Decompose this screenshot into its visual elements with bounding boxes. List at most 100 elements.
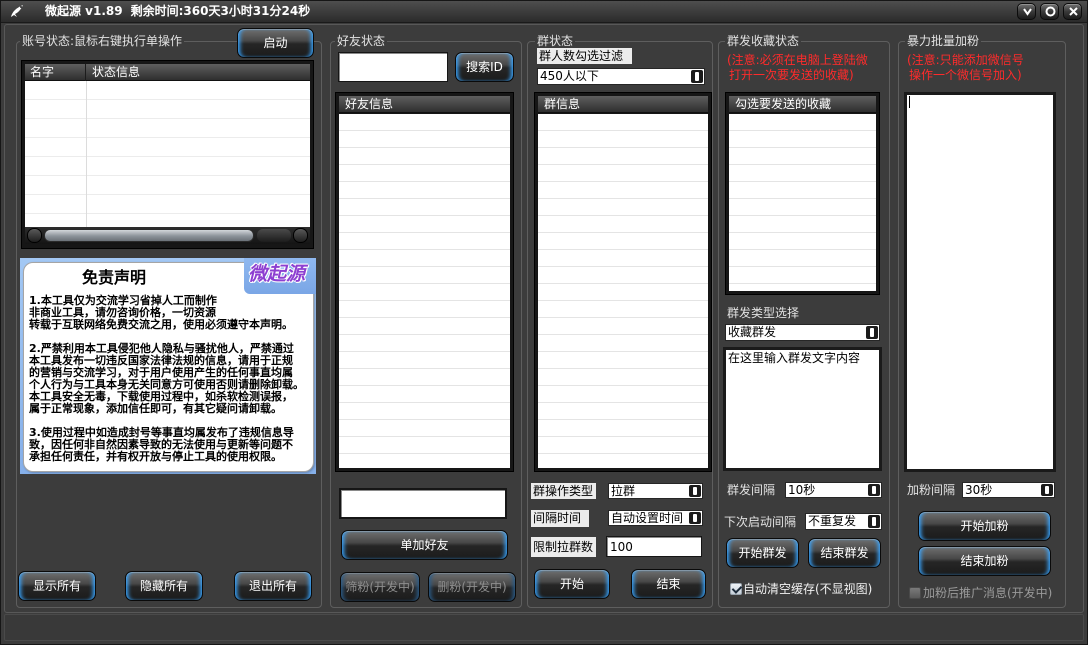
broadcast-end-button[interactable]: 结束群发 — [808, 538, 881, 568]
member-filter-dropdown[interactable]: 450人以下 — [537, 68, 705, 85]
limit-label: 限制拉群数 — [531, 537, 596, 557]
bulk-add-note-line: 操作一个微信号加入) — [909, 68, 1022, 82]
friend-list-header: 好友信息 — [339, 96, 510, 113]
column-header-name[interactable]: 名字 — [25, 64, 86, 81]
close-button[interactable] — [1063, 3, 1082, 20]
close-icon — [1069, 7, 1078, 16]
friend-list[interactable]: 好友信息 — [335, 92, 514, 472]
dropdown-arrow-icon[interactable] — [689, 485, 701, 497]
dropdown-arrow-icon[interactable] — [866, 326, 878, 339]
app-name-version: 微起源 v1.89 — [45, 4, 123, 18]
remaining-time: 剩余时间:360天3小时31分24秒 — [130, 4, 311, 18]
bulk-add-ids-textarea[interactable] — [904, 92, 1056, 472]
friends-status-label: 好友状态 — [335, 34, 388, 48]
favorites-list-body[interactable] — [729, 114, 876, 291]
auto-clear-label[interactable]: 自动清空缓存(不显视图) — [743, 582, 872, 596]
interval-value: 自动设置时间 — [611, 511, 684, 525]
text-caret — [909, 96, 910, 108]
column-divider — [86, 81, 87, 227]
dropdown-arrow-icon[interactable] — [868, 515, 880, 528]
account-table-header: 名字 状态信息 — [25, 64, 310, 81]
group-list-header: 群信息 — [538, 96, 708, 113]
show-all-button[interactable]: 显示所有 — [18, 571, 96, 601]
interval-label: 间隔时间 — [531, 510, 589, 527]
maximize-button[interactable] — [1040, 3, 1059, 20]
group-start-button[interactable]: 开始 — [534, 569, 610, 599]
bulk-add-interval-value: 30秒 — [965, 483, 993, 497]
broadcast-type-label: 群发类型选择 — [727, 306, 800, 320]
bulk-add-end-button[interactable]: 结束加粉 — [918, 546, 1051, 576]
favorites-list[interactable]: 勾选要发送的收藏 — [725, 92, 880, 295]
add-friend-button[interactable]: 单加好友 — [341, 530, 508, 560]
broadcast-start-button[interactable]: 开始群发 — [726, 538, 799, 568]
scroll-left-icon[interactable] — [27, 228, 42, 243]
account-table[interactable]: 名字 状态信息 — [21, 60, 314, 249]
next-interval-dropdown[interactable]: 不重复发 — [805, 513, 882, 530]
group-list[interactable]: 群信息 — [534, 92, 712, 472]
disclaimer-line: 转载于互联网络免费交流之用，使用必须遵守本声明。 — [29, 318, 293, 331]
minimize-button[interactable] — [1017, 3, 1036, 20]
scroll-right-icon[interactable] — [293, 228, 308, 243]
account-status-label: 账号状态:鼠标右键执行单操作 — [20, 34, 185, 48]
filter-fans-button[interactable]: 筛粉(开发中) — [340, 572, 420, 602]
favorites-list-header: 勾选要发送的收藏 — [729, 96, 876, 113]
interval-dropdown[interactable]: 自动设置时间 — [608, 510, 703, 526]
column-header-status[interactable]: 状态信息 — [87, 64, 140, 81]
groups-status-label: 群状态 — [535, 34, 576, 48]
operation-type-dropdown[interactable]: 拉群 — [608, 483, 703, 499]
auto-clear-checkbox[interactable] — [730, 583, 742, 595]
group-list-body[interactable] — [538, 114, 708, 468]
disclaimer-panel: 免责声明 1.本工具仅为交流学习省掉人工而制作 非商业工具，请勿咨询价格，一切资… — [20, 258, 316, 474]
maximize-icon — [1045, 6, 1056, 17]
delete-fans-button[interactable]: 删粉(开发中) — [428, 572, 516, 602]
friend-search-input[interactable] — [338, 52, 448, 82]
group-end-button[interactable]: 结束 — [631, 569, 706, 599]
disclaimer-line: 承担任何责任，并有权开放与停止工具的使用权限。 — [29, 450, 282, 463]
limit-input[interactable] — [606, 536, 702, 557]
exit-all-button[interactable]: 退出所有 — [234, 571, 312, 601]
member-filter-label: 群人数勾选过滤 — [537, 48, 632, 64]
broadcast-type-dropdown[interactable]: 收藏群发 — [725, 324, 880, 341]
member-filter-value: 450人以下 — [540, 69, 599, 83]
scrollbar-thumb[interactable] — [44, 229, 254, 242]
disclaimer-title: 免责声明 — [82, 268, 147, 287]
broadcast-status-label: 群发收藏状态 — [725, 34, 802, 48]
bulk-add-interval-dropdown[interactable]: 30秒 — [962, 482, 1055, 498]
bulk-add-note-line: (注意:只能添加微信号 — [907, 53, 1024, 67]
operation-type-value: 拉群 — [611, 484, 636, 498]
broadcast-interval-value: 10秒 — [788, 483, 816, 497]
promo-message-checkbox[interactable] — [909, 587, 921, 599]
broadcast-note-line: 打开一次要发送的收藏) — [729, 68, 854, 82]
disclaimer-line: 属于正常现象，添加信任即可，有其它疑问请卸载。 — [29, 402, 282, 415]
brand-logo: 微起源 — [244, 258, 316, 294]
start-button[interactable]: 启动 — [237, 28, 314, 58]
promo-message-label[interactable]: 加粉后推广消息(开发中) — [923, 586, 1052, 600]
bulk-add-interval-label: 加粉间隔 — [907, 483, 956, 497]
broadcast-message-textarea[interactable]: 在这里输入群发文字内容 — [723, 347, 882, 471]
status-bar — [4, 614, 1084, 641]
dropdown-arrow-icon[interactable] — [689, 512, 701, 524]
operation-type-label: 群操作类型 — [531, 483, 596, 499]
broadcast-note-line: (注意:必须在电脑上登陆微 — [727, 53, 868, 67]
dropdown-arrow-icon[interactable] — [868, 484, 880, 496]
account-table-body[interactable] — [25, 81, 310, 227]
horizontal-scrollbar[interactable] — [25, 227, 310, 244]
scrollbar-track[interactable] — [257, 229, 291, 242]
app-logo-icon — [9, 3, 25, 19]
next-interval-value: 不重复发 — [808, 514, 857, 528]
friend-list-body[interactable] — [339, 114, 510, 468]
brand-logo-text: 微起源 — [248, 263, 306, 285]
bulk-add-label: 暴力批量加粉 — [905, 34, 982, 48]
add-friend-input[interactable] — [339, 488, 507, 519]
bulk-add-start-button[interactable]: 开始加粉 — [918, 511, 1051, 541]
broadcast-type-value: 收藏群发 — [728, 325, 777, 339]
search-id-button[interactable]: 搜索ID — [455, 52, 514, 82]
window-title: 微起源 v1.89 剩余时间:360天3小时31分24秒 — [45, 4, 310, 19]
hide-all-button[interactable]: 隐藏所有 — [125, 571, 203, 601]
dropdown-arrow-icon[interactable] — [1041, 484, 1053, 496]
broadcast-interval-dropdown[interactable]: 10秒 — [785, 482, 882, 498]
minimize-icon — [1023, 8, 1032, 16]
next-interval-label: 下次启动间隔 — [724, 515, 797, 529]
dropdown-arrow-icon[interactable] — [691, 70, 703, 83]
title-bar: 微起源 v1.89 剩余时间:360天3小时31分24秒 — [0, 0, 1088, 23]
